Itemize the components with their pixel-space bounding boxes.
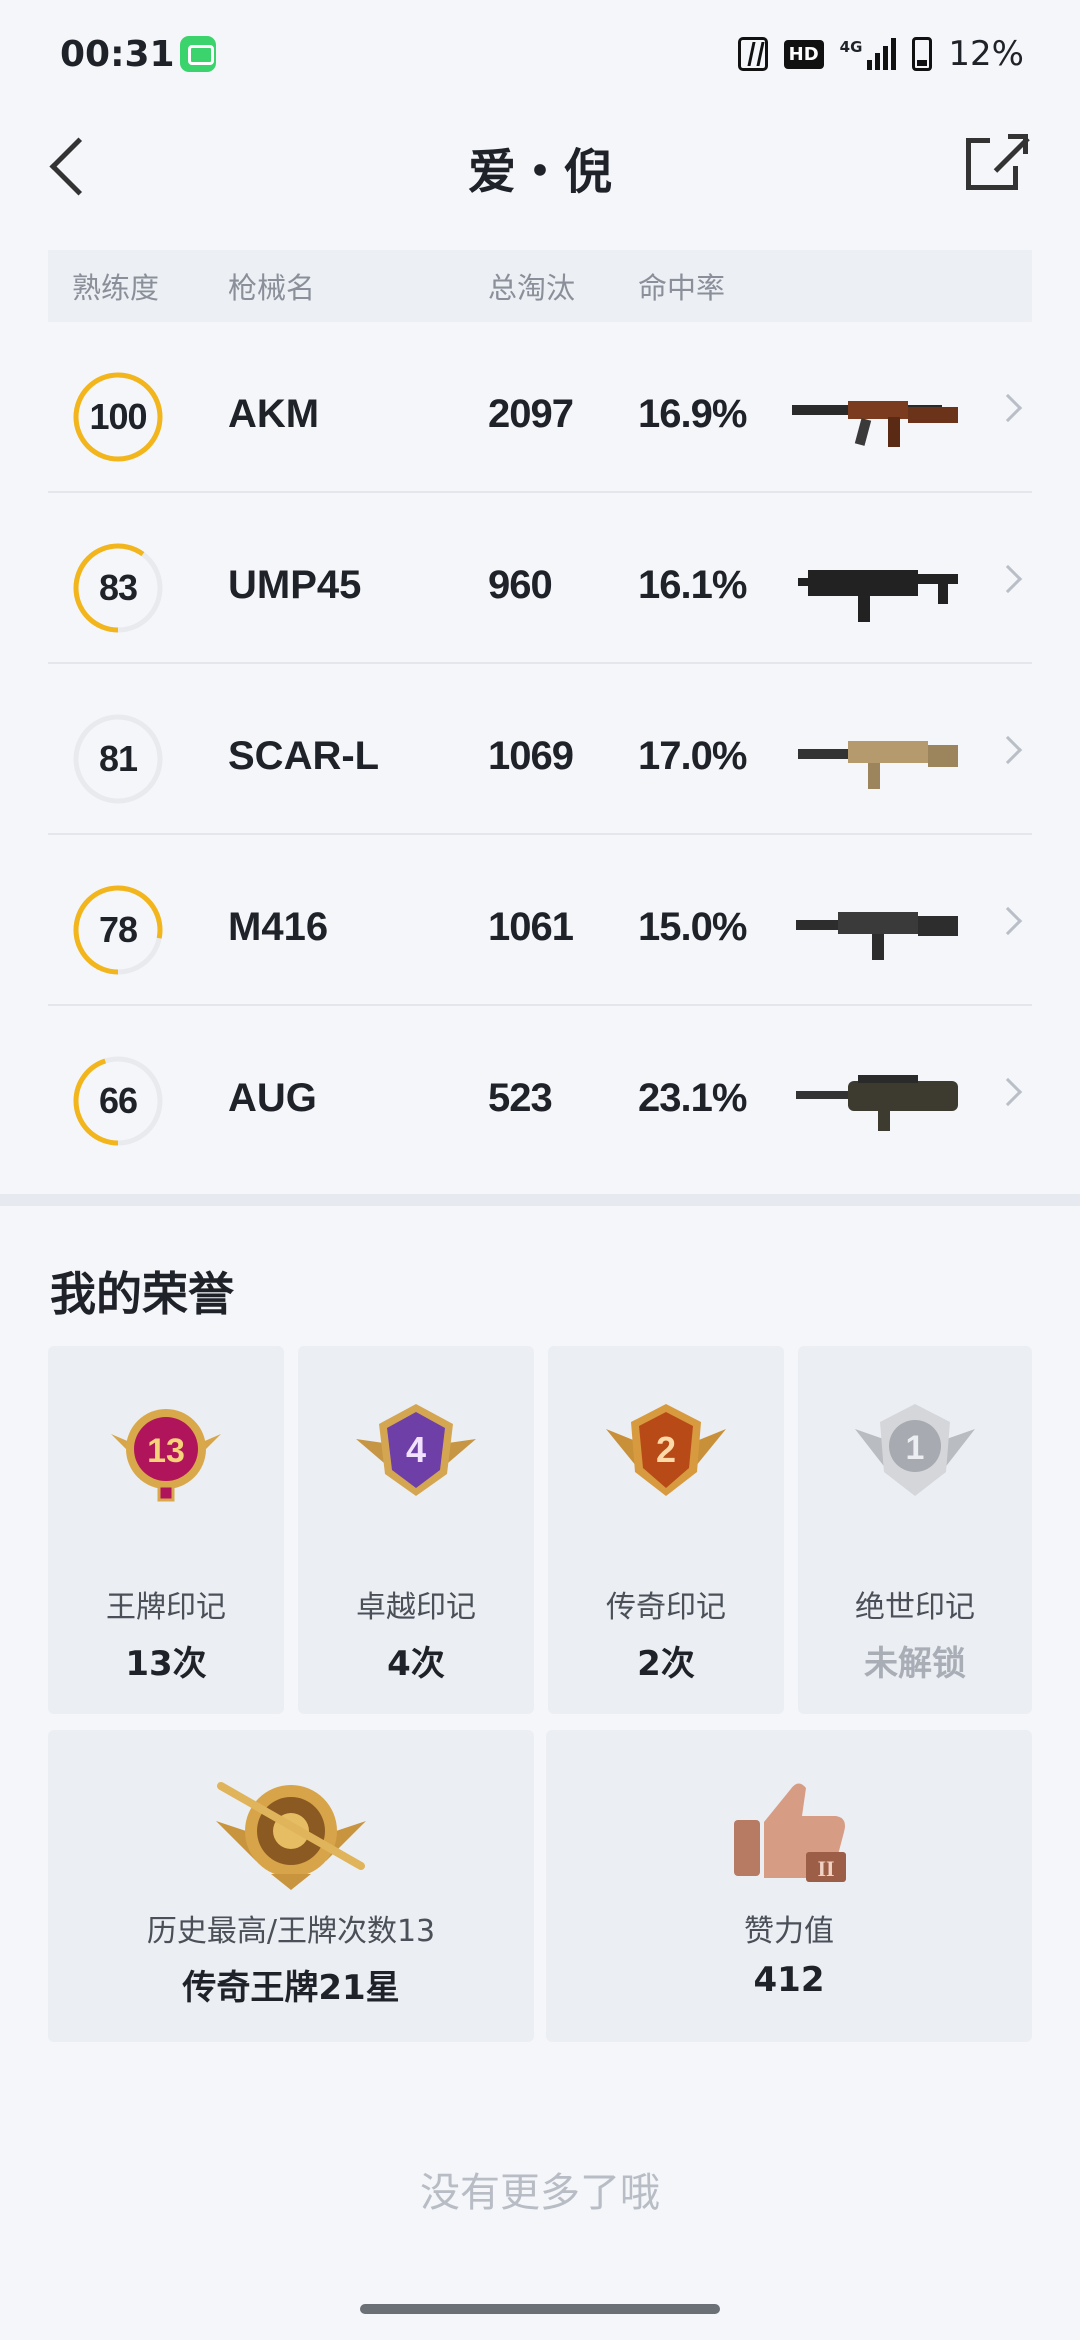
ace-mark-emblem-icon: 13 <box>111 1409 221 1502</box>
ace-rank-emblem-icon <box>216 1782 366 1890</box>
battery-icon <box>912 37 933 71</box>
peerless-mark-badge: 1 <box>906 1429 925 1467</box>
proficiency-ring: 66 <box>70 1053 166 1149</box>
status-bar: 00:31 HD 4G 12% <box>0 0 1080 110</box>
proficiency-value: 83 <box>98 567 138 608</box>
mark-count: 13次 <box>125 1644 207 1684</box>
mark-card-peerless[interactable]: 1 绝世印记 未解锁 <box>798 1346 1032 1714</box>
mark-card-excellent[interactable]: 4 卓越印记 4次 <box>298 1346 534 1714</box>
weapon-kills: 2097 <box>488 392 574 436</box>
weapon-row-akm[interactable]: 100 AKM 2097 16.9% <box>48 322 1032 493</box>
weapon-hit-rate: 16.9% <box>638 392 747 436</box>
status-icons: HD 4G 12% <box>737 34 1024 74</box>
weapon-list: 100 AKM 2097 16.9% 83 UMP45 960 16.1% 81 SCAR-L 10… <box>48 322 1032 1177</box>
peerless-mark-emblem-icon: 1 <box>855 1404 975 1496</box>
legend-mark-badge: 2 <box>656 1429 676 1470</box>
weapon-kills: 960 <box>488 563 553 607</box>
weapon-image <box>796 1075 958 1131</box>
weapon-hit-rate: 17.0% <box>638 734 747 778</box>
mark-label: 王牌印记 <box>106 1590 226 1625</box>
weapon-kills: 523 <box>488 1076 553 1120</box>
weapon-row-ump45[interactable]: 83 UMP45 960 16.1% <box>48 493 1032 664</box>
honors-title: 我的荣誉 <box>50 1267 234 1321</box>
message-app-icon <box>180 36 216 72</box>
mark-label: 卓越印记 <box>356 1590 476 1625</box>
excellent-mark-emblem-icon: 4 <box>356 1404 476 1496</box>
page-header: 爱・倪 <box>0 110 1080 250</box>
proficiency-value: 81 <box>98 738 138 779</box>
weapon-kills: 1069 <box>488 734 574 778</box>
likes-card[interactable]: II 赞力值 412 <box>546 1730 1032 2042</box>
col-hit-rate: 命中率 <box>638 271 726 305</box>
share-button[interactable] <box>956 124 1036 204</box>
best-rank-value: 传奇王牌21星 <box>182 1968 400 2008</box>
weapon-row-m416[interactable]: 78 M416 1061 15.0% <box>48 835 1032 1006</box>
weapon-name: SCAR-L <box>228 734 380 778</box>
mark-card-ace[interactable]: 13 王牌印记 13次 <box>48 1346 284 1714</box>
legend-mark-emblem-icon: 2 <box>606 1404 726 1496</box>
section-divider <box>0 1194 1080 1206</box>
hd-icon: HD <box>783 39 824 69</box>
best-rank-label: 历史最高/王牌次数13 <box>146 1914 436 1949</box>
end-of-list-note: 没有更多了哦 <box>420 2170 660 2216</box>
weapon-name: AKM <box>228 392 320 436</box>
weapon-table: 熟练度 枪械名 总淘汰 命中率 100 AKM 2097 16.9% 83 UMP45 96… <box>48 250 1032 1177</box>
weapon-image <box>792 401 958 447</box>
signal-icon: 4G <box>840 38 897 70</box>
mark-label: 传奇印记 <box>606 1590 726 1625</box>
mark-label: 绝世印记 <box>855 1590 975 1625</box>
mark-count: 4次 <box>387 1644 445 1684</box>
weapon-hit-rate: 16.1% <box>638 563 747 607</box>
mark-card-legend[interactable]: 2 传奇印记 2次 <box>548 1346 784 1714</box>
weapon-name: M416 <box>228 905 329 949</box>
chevron-right-icon <box>993 1077 1023 1107</box>
share-arrow-head <box>1008 134 1028 154</box>
chevron-right-icon <box>993 735 1023 765</box>
status-time: 00:31 <box>60 34 175 75</box>
mark-count: 2次 <box>637 1644 695 1684</box>
excellent-mark-badge: 4 <box>406 1429 426 1470</box>
proficiency-ring: 100 <box>70 369 166 465</box>
proficiency-ring: 78 <box>70 882 166 978</box>
nfc-icon <box>737 37 768 71</box>
chevron-right-icon <box>993 906 1023 936</box>
col-weapon-name: 枪械名 <box>228 271 316 305</box>
proficiency-value: 78 <box>98 909 138 950</box>
ace-mark-badge: 13 <box>147 1432 185 1470</box>
weapon-image <box>798 741 958 789</box>
likes-value: 412 <box>753 1960 825 2000</box>
thumbs-up-icon: II <box>734 1783 846 1882</box>
weapon-name: AUG <box>228 1076 317 1120</box>
home-indicator[interactable] <box>360 2304 720 2314</box>
svg-text:II: II <box>817 1856 834 1881</box>
network-label: 4G <box>839 38 863 56</box>
weapon-row-scar-l[interactable]: 81 SCAR-L 1069 17.0% <box>48 664 1032 835</box>
col-kills: 总淘汰 <box>488 271 576 305</box>
weapon-hit-rate: 23.1% <box>638 1076 747 1120</box>
proficiency-value: 66 <box>98 1080 138 1121</box>
proficiency-value: 100 <box>89 396 147 437</box>
proficiency-ring: 81 <box>70 711 166 807</box>
page-title: 爱・倪 <box>467 144 612 200</box>
weapon-hit-rate: 15.0% <box>638 905 747 949</box>
chevron-right-icon <box>993 564 1023 594</box>
battery-percent: 12% <box>948 34 1024 74</box>
weapon-kills: 1061 <box>488 905 574 949</box>
proficiency-ring: 83 <box>70 540 166 636</box>
weapon-image <box>796 912 958 960</box>
chevron-right-icon <box>993 393 1023 423</box>
mark-status: 未解锁 <box>864 1644 966 1684</box>
weapon-image <box>798 570 958 622</box>
table-header: 熟练度 枪械名 总淘汰 命中率 <box>48 250 1032 322</box>
best-rank-card[interactable]: 历史最高/王牌次数13 传奇王牌21星 <box>48 1730 534 2042</box>
weapon-row-aug[interactable]: 66 AUG 523 23.1% <box>48 1006 1032 1177</box>
likes-label: 赞力值 <box>744 1914 834 1949</box>
col-proficiency: 熟练度 <box>72 271 160 305</box>
weapon-name: UMP45 <box>228 563 362 607</box>
